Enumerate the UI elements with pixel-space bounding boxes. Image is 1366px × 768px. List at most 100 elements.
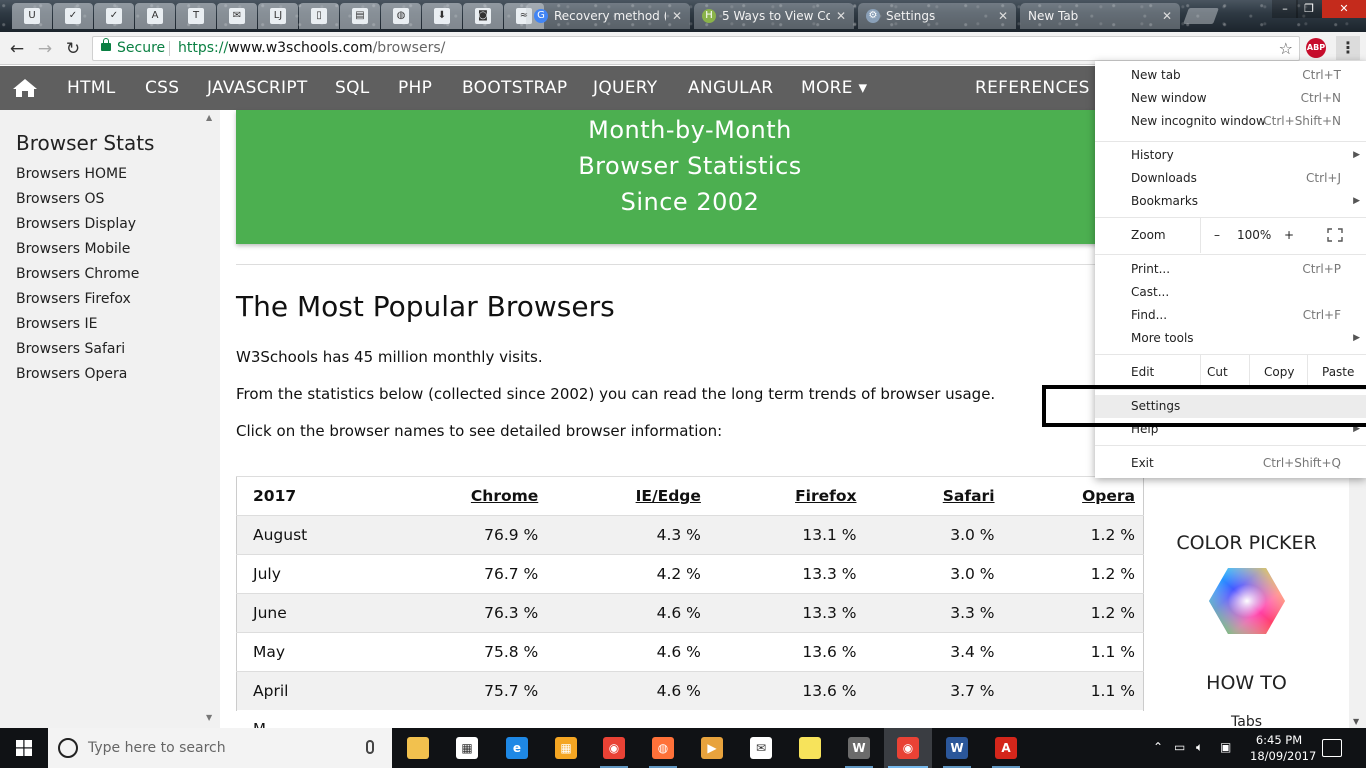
pinned-tab[interactable]: ◙ <box>463 3 503 29</box>
home-icon[interactable] <box>12 78 38 98</box>
tab-close-icon[interactable]: ✕ <box>1162 9 1172 23</box>
taskbar-clock[interactable]: 6:45 PM 18/09/2017 <box>1250 732 1316 764</box>
nav-item[interactable]: REFERENCES ▾ <box>975 66 1104 110</box>
nav-item[interactable]: JAVASCRIPT <box>207 66 308 110</box>
menu-item[interactable]: Bookmarks ▶ <box>1095 190 1366 213</box>
display-icon[interactable]: ▣ <box>1220 740 1231 754</box>
browser-tab[interactable]: H 5 Ways to View Co ✕ <box>694 3 854 29</box>
browser-tab[interactable]: ⚙ Settings ✕ <box>858 3 1016 29</box>
new-tab-button[interactable] <box>1183 8 1219 24</box>
chrome-icon[interactable]: ◉ <box>884 728 932 768</box>
fullscreen-icon[interactable] <box>1327 228 1343 242</box>
chrome-icon[interactable]: ◉ <box>590 728 638 768</box>
restore-icon[interactable]: ❐ <box>1296 0 1322 18</box>
paste-button[interactable]: Paste <box>1322 361 1354 384</box>
w-app-icon[interactable]: W <box>835 728 883 768</box>
color-picker-heading[interactable]: COLOR PICKER <box>1144 532 1349 554</box>
pinned-tab[interactable]: ✓ <box>53 3 93 29</box>
menu-item[interactable]: New tab Ctrl+T <box>1095 64 1366 87</box>
sidebar-link[interactable]: Browsers Firefox <box>16 291 131 307</box>
store-icon[interactable]: ▦ <box>443 728 491 768</box>
sidebar-link[interactable]: Browsers Safari <box>16 341 125 357</box>
scroll-down-arrow-icon[interactable]: ▼ <box>1353 717 1359 726</box>
sidebar-link[interactable]: Browsers Display <box>16 216 136 232</box>
bookmark-star-icon[interactable]: ☆ <box>1279 37 1293 60</box>
address-bar[interactable]: Secure https://www.w3schools.com/browser… <box>92 36 1300 61</box>
adblock-plus-icon[interactable]: ABP <box>1306 38 1326 58</box>
sidebar-link[interactable]: Browsers OS <box>16 191 104 207</box>
sidebar-link[interactable]: Browsers Opera <box>16 366 127 382</box>
menu-item[interactable]: Cast... <box>1095 281 1366 304</box>
pinned-tab[interactable]: U <box>12 3 52 29</box>
scroll-down-arrow-icon[interactable]: ▼ <box>206 713 212 722</box>
sidebar-link[interactable]: Browsers HOME <box>16 166 127 182</box>
microphone-icon[interactable] <box>366 740 374 754</box>
color-wheel-icon[interactable] <box>1208 566 1286 636</box>
browser-column-header[interactable]: Firefox <box>709 477 865 516</box>
menu-item[interactable]: New incognito window Ctrl+Shift+N <box>1095 110 1366 133</box>
forward-arrow-icon[interactable]: → <box>34 38 56 60</box>
menu-item[interactable]: Downloads Ctrl+J <box>1095 167 1366 190</box>
mail-icon[interactable]: ✉ <box>737 728 785 768</box>
sidebar-link[interactable]: Browsers Mobile <box>16 241 130 257</box>
tab-close-icon[interactable]: ✕ <box>672 9 682 23</box>
nav-item[interactable]: CSS <box>145 66 179 110</box>
minimize-icon[interactable]: – <box>1272 0 1298 18</box>
media-player-icon[interactable]: ▶ <box>688 728 736 768</box>
chrome-menu-icon[interactable]: ⋮ <box>1336 36 1360 60</box>
nav-item[interactable]: PHP <box>398 66 432 110</box>
scroll-up-arrow-icon[interactable]: ▲ <box>206 113 212 122</box>
word-icon[interactable]: W <box>933 728 981 768</box>
browser-tab[interactable]: G Recovery method (✕ <box>526 3 690 29</box>
copy-button[interactable]: Copy <box>1264 361 1294 384</box>
file-explorer-icon[interactable] <box>394 728 442 768</box>
pinned-tab[interactable]: ◍ <box>381 3 421 29</box>
close-window-icon[interactable]: ✕ <box>1322 0 1366 18</box>
taskbar-search-box[interactable]: Type here to search <box>48 728 392 768</box>
zoom-out-button[interactable]: – <box>1212 224 1222 247</box>
tab-close-icon[interactable]: ✕ <box>998 9 1008 23</box>
menu-item[interactable]: Print... Ctrl+P <box>1095 258 1366 281</box>
browser-tab[interactable]: New Tab ✕ <box>1020 3 1180 29</box>
back-arrow-icon[interactable]: ← <box>6 38 28 60</box>
action-center-icon[interactable] <box>1322 739 1342 757</box>
reload-icon[interactable]: ↻ <box>62 38 84 60</box>
nav-item[interactable]: ANGULAR <box>688 66 773 110</box>
tray-chevron-icon[interactable]: ⌃ <box>1153 740 1163 754</box>
cut-button[interactable]: Cut <box>1207 361 1228 384</box>
firefox-icon[interactable]: ◍ <box>639 728 687 768</box>
start-button[interactable] <box>0 728 48 768</box>
pinned-tab[interactable]: ▯ <box>299 3 339 29</box>
pinned-tab[interactable]: ▤ <box>340 3 380 29</box>
pinned-tab[interactable]: LJ <box>258 3 298 29</box>
menu-item-exit[interactable]: Exit Ctrl+Shift+Q <box>1095 452 1366 475</box>
edge-icon[interactable]: e <box>493 728 541 768</box>
nav-item[interactable]: SQL <box>335 66 370 110</box>
browser-column-header[interactable]: IE/Edge <box>546 477 709 516</box>
browser-column-header[interactable]: Opera <box>1003 477 1144 516</box>
nav-item[interactable]: MORE ▾ <box>801 66 867 110</box>
pinned-tab[interactable]: A <box>135 3 175 29</box>
nav-item[interactable]: BOOTSTRAP <box>462 66 567 110</box>
menu-item[interactable]: More tools ▶ <box>1095 327 1366 350</box>
menu-item[interactable]: Find... Ctrl+F <box>1095 304 1366 327</box>
nav-item[interactable]: HTML <box>67 66 116 110</box>
menu-item[interactable]: History ▶ <box>1095 144 1366 167</box>
acrobat-icon[interactable]: A <box>982 728 1030 768</box>
how-to-heading[interactable]: HOW TO <box>1144 672 1349 694</box>
sticky-notes-icon[interactable] <box>786 728 834 768</box>
browser-column-header[interactable]: Safari <box>865 477 1003 516</box>
browser-column-header[interactable]: Chrome <box>380 477 546 516</box>
pinned-tab[interactable]: ✉ <box>217 3 257 29</box>
sidebar-link[interactable]: Browsers Chrome <box>16 266 139 282</box>
pinned-tab[interactable]: ⬇ <box>422 3 462 29</box>
battery-icon[interactable]: ▭ <box>1174 740 1185 754</box>
tab-close-icon[interactable]: ✕ <box>836 9 846 23</box>
nav-item[interactable]: JQUERY <box>593 66 658 110</box>
menu-item[interactable]: New window Ctrl+N <box>1095 87 1366 110</box>
grid-app-icon[interactable]: ▦ <box>542 728 590 768</box>
pinned-tab[interactable]: ✓ <box>94 3 134 29</box>
pinned-tab[interactable]: T <box>176 3 216 29</box>
volume-muted-icon[interactable]: 🔈︎ <box>1196 740 1203 755</box>
zoom-in-button[interactable]: + <box>1284 224 1294 247</box>
